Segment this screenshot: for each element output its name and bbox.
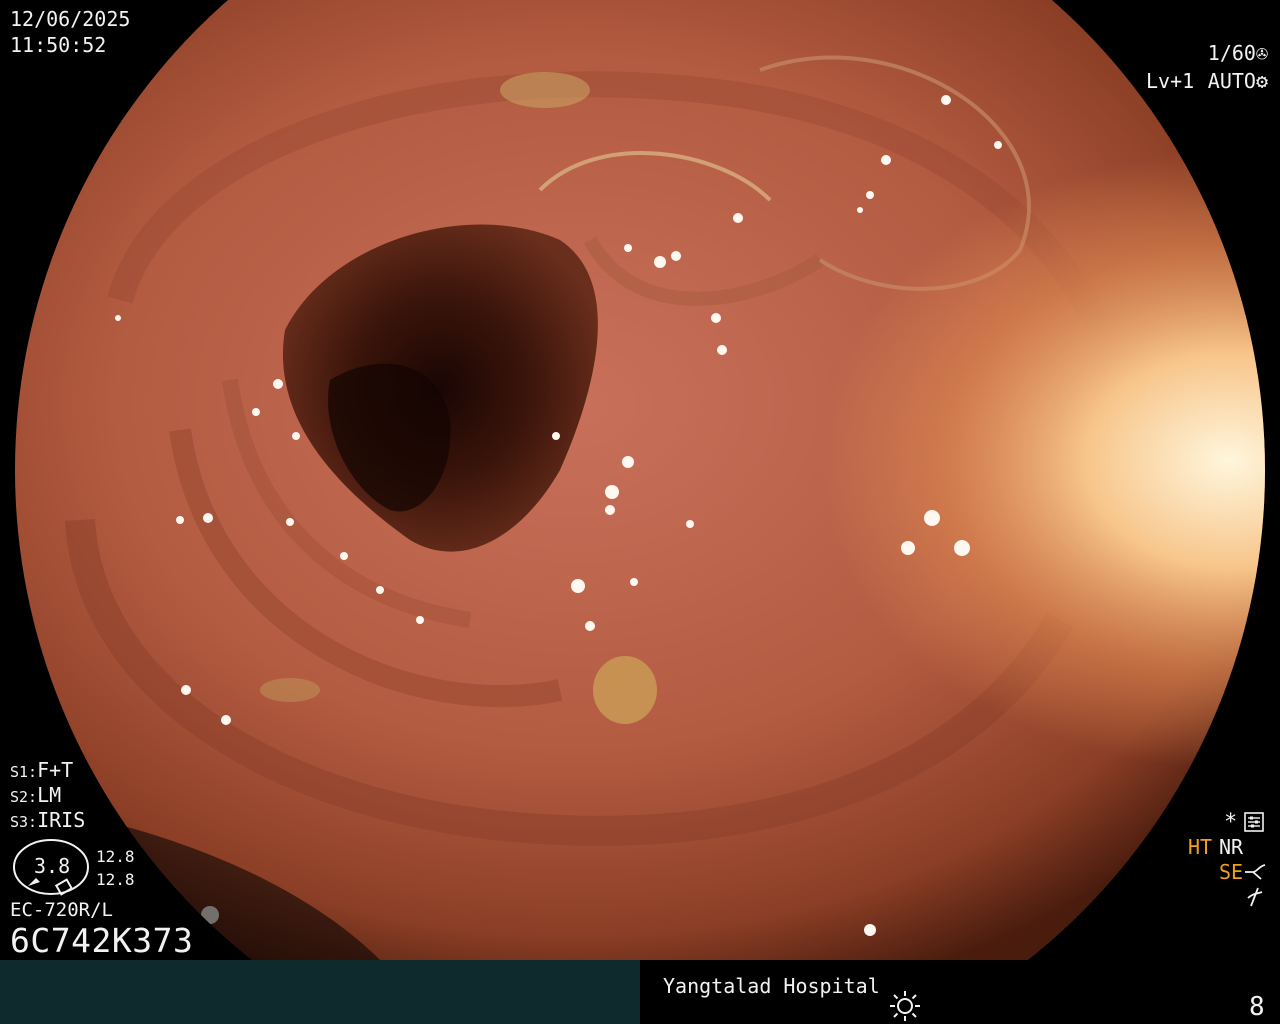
- sun-icon: [890, 991, 920, 1021]
- iris-icon: ⚙: [1255, 69, 1268, 93]
- switch-3-key: S3:: [10, 813, 38, 831]
- shutter-readout: 1/60✇: [1208, 43, 1268, 63]
- endoscopic-image: [15, 0, 1265, 960]
- shutter-icon: ✇: [1255, 41, 1268, 65]
- switch-2-key: S2:: [10, 788, 38, 806]
- hospital-name: Yangtalad Hospital: [663, 974, 880, 998]
- switch-1-value: F+T: [37, 758, 74, 782]
- switch-3-value: IRIS: [37, 808, 86, 832]
- switch-2-value: LM: [37, 783, 62, 807]
- zoom-readout-2: 12.8: [96, 870, 135, 889]
- settings-icon: [1244, 812, 1264, 832]
- nr-indicator: NR: [1219, 835, 1244, 859]
- image-count: 8: [1249, 992, 1265, 1022]
- status-bar: [0, 960, 1280, 1024]
- switch-1-key: S1:: [10, 763, 38, 781]
- zoom-readout-1: 12.8: [96, 847, 135, 866]
- zoom-value: 3.8: [34, 854, 71, 878]
- asterisk-indicator: *: [1224, 810, 1238, 835]
- scope-model: EC-720R/L: [10, 899, 113, 921]
- switch-2: S2:LM: [10, 785, 61, 805]
- auto-iris-value: AUTO: [1207, 69, 1256, 93]
- auto-iris-readout: AUTO⚙: [1208, 71, 1268, 91]
- shutter-value: 1/60: [1207, 41, 1256, 65]
- switch-3: S3:IRIS: [10, 810, 85, 830]
- curve-icon: [1245, 864, 1266, 880]
- status-bar-left: [0, 960, 640, 1024]
- time-readout: 11:50:52: [10, 33, 107, 57]
- switch-1: S1:F+T: [10, 760, 73, 780]
- endoscopy-viewport: [0, 0, 1280, 960]
- date-readout: 12/06/2025: [10, 7, 131, 31]
- se-indicator: SE: [1219, 860, 1244, 884]
- filter-icon: [1247, 887, 1263, 907]
- scope-serial: 6C742K373: [10, 921, 194, 960]
- brightness-level: Lv+1: [1146, 69, 1195, 93]
- ht-indicator: HT: [1188, 835, 1213, 859]
